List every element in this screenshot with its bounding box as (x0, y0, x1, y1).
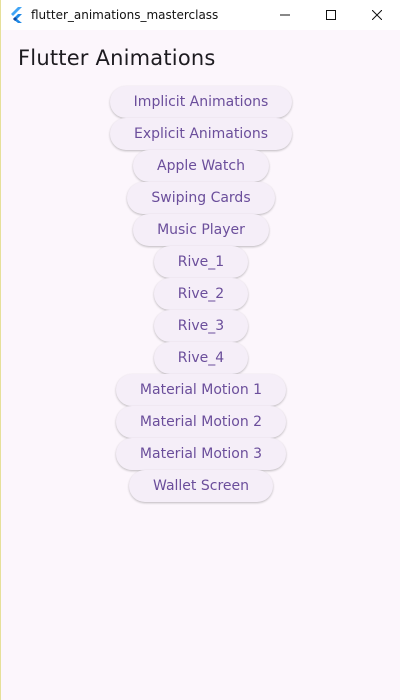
maximize-button[interactable] (308, 0, 354, 30)
explicit-animations-button[interactable]: Explicit Animations (110, 118, 292, 150)
minimize-button[interactable] (262, 0, 308, 30)
title-bar[interactable]: flutter_animations_masterclass (1, 0, 400, 30)
implicit-animations-button[interactable]: Implicit Animations (109, 86, 293, 118)
apple-watch-button[interactable]: Apple Watch (133, 150, 269, 182)
page-title: Flutter Animations (18, 46, 216, 70)
material-motion-3-button[interactable]: Material Motion 3 (115, 438, 287, 470)
minimize-icon (280, 14, 290, 16)
music-player-button[interactable]: Music Player (133, 214, 269, 246)
window-title: flutter_animations_masterclass (31, 8, 219, 22)
flutter-logo-icon (9, 7, 25, 23)
animation-menu: Implicit Animations Explicit Animations … (1, 86, 400, 502)
rive-1-button[interactable]: Rive_1 (153, 246, 249, 278)
swiping-cards-button[interactable]: Swiping Cards (127, 182, 275, 214)
material-motion-1-button[interactable]: Material Motion 1 (115, 374, 287, 406)
rive-4-button[interactable]: Rive_4 (153, 342, 249, 374)
material-motion-2-button[interactable]: Material Motion 2 (115, 406, 287, 438)
close-button[interactable] (354, 0, 400, 30)
rive-3-button[interactable]: Rive_3 (153, 310, 249, 342)
close-icon (372, 10, 382, 20)
app-window: flutter_animations_masterclass Flutter A… (0, 0, 400, 700)
rive-2-button[interactable]: Rive_2 (153, 278, 249, 310)
wallet-screen-button[interactable]: Wallet Screen (129, 470, 273, 502)
window-controls (262, 0, 400, 30)
maximize-icon (326, 10, 336, 20)
